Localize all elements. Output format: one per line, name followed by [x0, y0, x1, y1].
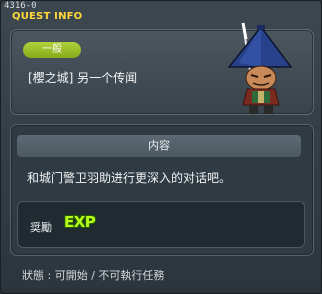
reward-label: 奨勵: [30, 221, 52, 234]
quest-description: 和城门警卫羽助进行更深入的对话吧。: [27, 171, 232, 185]
quest-id: 4316-0: [4, 1, 37, 11]
exp-reward-icon: EXP: [64, 213, 96, 231]
category-badge: 一般: [23, 42, 81, 58]
quest-name: [櫻之城] 另一个传闻: [28, 71, 138, 85]
content-header: 内容: [17, 135, 301, 157]
window-title: QUEST INFO: [12, 11, 83, 22]
quest-status: 狀態 : 可開始 / 不可執行任務: [22, 269, 165, 282]
quest-info-window: 4316-0 QUEST INFO 一般 [櫻之城] 另一个传闻 内容 和城门警…: [0, 0, 322, 294]
reward-box: [17, 201, 305, 248]
npc-portrait-icon: [227, 22, 293, 114]
